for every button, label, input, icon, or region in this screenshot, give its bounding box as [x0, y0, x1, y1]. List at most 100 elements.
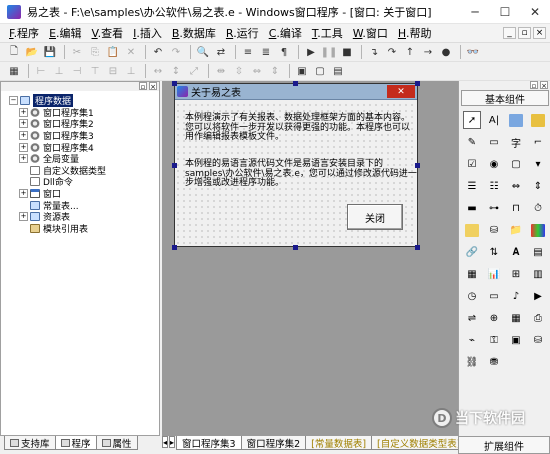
menu-program[interactable]: F.程序	[4, 25, 44, 41]
db-tool-icon[interactable]: ⛁	[529, 331, 547, 349]
music-tool-icon[interactable]: ♪	[507, 287, 525, 305]
same-size-icon[interactable]: ⤢	[186, 64, 202, 79]
datagrid-icon[interactable]: ▦	[463, 265, 481, 283]
description-label-2[interactable]: 本例程的易语言源代码文件是易语言安装目录下的samples\办公软件\易之表.e…	[185, 159, 417, 189]
connector-tool-icon[interactable]: ⛓	[463, 353, 481, 371]
dialog-tool-icon[interactable]: ▤	[529, 243, 547, 261]
tab-order-icon[interactable]: ▤	[330, 64, 346, 79]
run-icon[interactable]: ▶	[303, 45, 319, 60]
media-tool-icon[interactable]: ▶	[529, 287, 547, 305]
radio-tool-icon[interactable]: ◉	[485, 155, 503, 173]
breakpoint-icon[interactable]: ●	[438, 45, 454, 60]
stop-icon[interactable]: ■	[339, 45, 355, 60]
resize-handle[interactable]	[293, 81, 298, 86]
expand-icon[interactable]: +	[19, 119, 28, 129]
fontpicker-icon[interactable]: 𝐀	[507, 243, 525, 261]
text-tool-icon[interactable]: 字	[507, 133, 525, 151]
tab-support-library[interactable]: 支持库	[4, 436, 56, 450]
send-back-icon[interactable]: ▢	[312, 64, 328, 79]
report-tool-icon[interactable]: ▣	[507, 331, 525, 349]
maximize-button[interactable]: ☐	[490, 0, 520, 24]
redo-icon[interactable]: ↷	[168, 45, 184, 60]
server-tool-icon[interactable]: ⚿	[485, 331, 503, 349]
extended-components-tab[interactable]: 扩展组件	[458, 436, 550, 454]
dirbox-icon[interactable]: 📁	[507, 221, 525, 239]
tree-item[interactable]: + 窗口	[9, 188, 159, 200]
tree-item[interactable]: 自定义数据类型	[9, 165, 159, 177]
replace-icon[interactable]: ⇄	[213, 45, 229, 60]
outdent-icon[interactable]: ≣	[258, 45, 274, 60]
basic-components-tab[interactable]: 基本组件	[461, 90, 549, 106]
panel-close-icon[interactable]: ×	[540, 81, 548, 90]
description-label-1[interactable]: 本例程演示了有关报表、数据处理框架方面的基本内容。您可以将软件一步开发以获得更强…	[185, 113, 417, 143]
treebox-icon[interactable]: ⊞	[507, 265, 525, 283]
listbox-icon[interactable]: ☰	[463, 177, 481, 195]
print-tool-icon[interactable]: ⎙	[529, 309, 547, 327]
table-tool-icon[interactable]: ▦	[507, 309, 525, 327]
open-file-icon[interactable]: 📂	[24, 45, 40, 60]
checklist-icon[interactable]: ☷	[485, 177, 503, 195]
tab-properties[interactable]: 属性	[95, 436, 138, 450]
menu-compile[interactable]: C.编译	[264, 25, 307, 41]
align-right-icon[interactable]: ⊣	[69, 64, 85, 79]
same-height-icon[interactable]: ↕	[168, 64, 184, 79]
expand-icon[interactable]: +	[19, 107, 28, 117]
tab-scroll-right-icon[interactable]: ▸	[169, 436, 176, 448]
tree-item[interactable]: + 窗口程序集3	[9, 130, 159, 142]
tab-scroll-left-icon[interactable]: ◂	[162, 436, 169, 448]
spinbox-icon[interactable]: ⇅	[485, 243, 503, 261]
resize-handle[interactable]	[415, 163, 420, 168]
menu-help[interactable]: H.帮助	[393, 25, 437, 41]
mdi-restore-icon[interactable]: ▫	[518, 27, 531, 39]
resize-handle[interactable]	[415, 81, 420, 86]
resize-handle[interactable]	[293, 245, 298, 250]
step-into-icon[interactable]: ↴	[366, 45, 382, 60]
timer-tool-icon[interactable]: ⏱	[529, 199, 547, 217]
find-icon[interactable]: 🔍	[195, 45, 211, 60]
tree-item[interactable]: + 全局变量	[9, 153, 159, 165]
align-top-icon[interactable]: ⊤	[87, 64, 103, 79]
binoculars-icon[interactable]: 👓	[465, 45, 481, 60]
menu-tools[interactable]: T.工具	[307, 25, 348, 41]
center-horizontal-icon[interactable]: ⇔	[249, 64, 265, 79]
odbc-tool-icon[interactable]: ⛃	[485, 353, 503, 371]
align-center-icon[interactable]: ⊥	[51, 64, 67, 79]
tab-constant-table[interactable]: [常量数据表]	[305, 436, 373, 450]
form-close-icon[interactable]: ✕	[387, 85, 415, 98]
image-box-icon[interactable]	[507, 111, 525, 129]
run-to-cursor-icon[interactable]: →	[420, 45, 436, 60]
hscroll-icon[interactable]: ⇔	[507, 177, 525, 195]
menu-insert[interactable]: I.插入	[128, 25, 167, 41]
step-out-icon[interactable]: ↑	[402, 45, 418, 60]
pause-icon[interactable]: ❚❚	[321, 45, 338, 60]
checkbox-tool-icon[interactable]: ☑	[463, 155, 481, 173]
tabcontrol-icon[interactable]: ⊓	[507, 199, 525, 217]
hyperlink-icon[interactable]: 🔗	[463, 243, 481, 261]
step-over-icon[interactable]: ↷	[384, 45, 400, 60]
menu-window[interactable]: W.窗口	[348, 25, 393, 41]
cut-icon[interactable]: ✂	[69, 45, 85, 60]
panel-pin-icon[interactable]: ▫	[530, 81, 538, 90]
picture-tool-icon[interactable]	[529, 111, 547, 129]
same-width-icon[interactable]: ↔	[150, 64, 166, 79]
tree-item[interactable]: 模块引用表	[9, 223, 159, 235]
drivebox-icon[interactable]: ⛁	[485, 221, 503, 239]
space-vertical-icon[interactable]: ⇳	[231, 64, 247, 79]
serial-tool-icon[interactable]: ⌁	[463, 331, 481, 349]
expand-icon[interactable]: +	[19, 142, 28, 152]
paste-icon[interactable]: 📋	[105, 45, 121, 60]
tree-item[interactable]: + 窗口程序集2	[9, 118, 159, 130]
mdi-close-icon[interactable]: ×	[533, 27, 546, 39]
menu-database[interactable]: B.数据库	[167, 25, 221, 41]
expand-icon[interactable]: +	[19, 154, 28, 164]
progress-icon[interactable]: ▬	[463, 199, 481, 217]
slider-icon[interactable]: ⊶	[485, 199, 503, 217]
tree-item[interactable]: + 窗口程序集1	[9, 107, 159, 119]
center-vertical-icon[interactable]: ⇕	[267, 64, 283, 79]
menu-edit[interactable]: E.编辑	[44, 25, 86, 41]
pointer-tool-icon[interactable]: ➚	[463, 111, 481, 129]
network-tool-icon[interactable]: ⇌	[463, 309, 481, 327]
groupbox-icon[interactable]: ▢	[507, 155, 525, 173]
resize-handle[interactable]	[172, 245, 177, 250]
align-bottom-icon[interactable]: ⊥	[123, 64, 139, 79]
